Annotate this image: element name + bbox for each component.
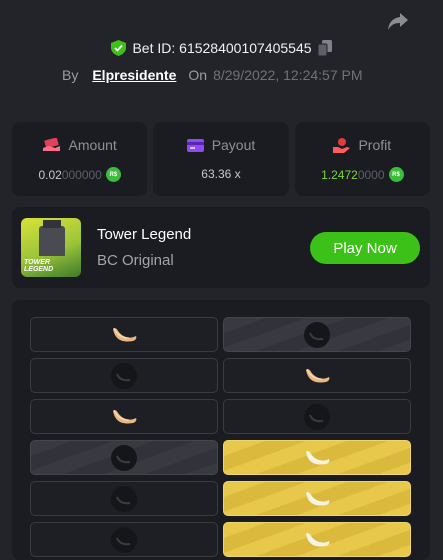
profit-hand-icon [333,137,351,153]
profit-label: Profit [358,137,392,153]
skull-icon [111,526,137,553]
game-name: Tower Legend [97,226,192,243]
shield-check-icon [111,40,127,56]
username-link[interactable]: Elpresidente [92,67,176,83]
board-tile [30,522,218,557]
banana-icon [113,327,137,341]
banana-icon [306,450,330,464]
profit-card: Profit 1.24720000 R$ [294,122,430,196]
payout-value: 63.36 x [201,167,241,181]
board-tile [223,440,411,475]
payout-label: Payout [211,137,256,153]
board-tile [30,481,218,516]
game-card: TOWER LEGEND Tower Legend BC Original Pl… [12,207,430,288]
payout-card: Payout 63.36 x [153,122,289,196]
share-icon[interactable] [387,11,409,31]
on-label: On [188,67,208,83]
skull-icon [111,362,137,389]
profit-value-trailing: 0000 [357,167,385,182]
bet-id-row: Bet ID: 61528400107405545 [0,40,443,60]
profit-value: 1.2472 [321,167,358,182]
board-tile [30,358,218,393]
thumbnail-title: TOWER LEGEND [24,259,54,273]
board-tile [30,317,218,352]
skull-icon [304,403,330,430]
amount-value-trailing: 000000 [61,167,102,182]
card-icon [186,138,204,152]
banana-icon [306,491,330,505]
bet-date: 8/29/2022, 12:24:57 PM [213,67,363,83]
by-label: By [62,67,79,83]
amount-card: Amount 0.02000000 R$ [12,122,148,196]
tower-graphic [39,220,65,256]
bet-id: Bet ID: 61528400107405545 [132,40,312,56]
currency-coin-icon: R$ [388,167,404,182]
skull-icon [111,485,137,512]
skull-icon [304,321,330,348]
banana-icon [113,409,137,423]
amount-value: 0.02 [38,167,62,182]
board-tile [30,399,218,434]
banana-icon [306,368,330,382]
bet-author-row: By Elpresidente On 8/29/2022, 12:24:57 P… [62,67,363,83]
play-now-button[interactable]: Play Now [310,232,420,264]
board-tile [223,399,411,434]
amount-label: Amount [68,137,117,153]
board-tile [223,317,411,352]
bet-stats: Amount 0.02000000 R$ Payout 63.36 x Prof… [12,122,430,196]
skull-icon [111,444,137,471]
board-tile [223,481,411,516]
board-tile [223,522,411,557]
money-icon [42,138,60,151]
board-tile [30,440,218,475]
tower-board [12,300,430,560]
banana-icon [306,532,330,546]
game-provider: BC Original [97,252,174,269]
copy-icon[interactable] [317,40,332,56]
board-tile [223,358,411,393]
currency-coin-icon: R$ [105,167,121,182]
game-thumbnail[interactable]: TOWER LEGEND [21,218,81,277]
